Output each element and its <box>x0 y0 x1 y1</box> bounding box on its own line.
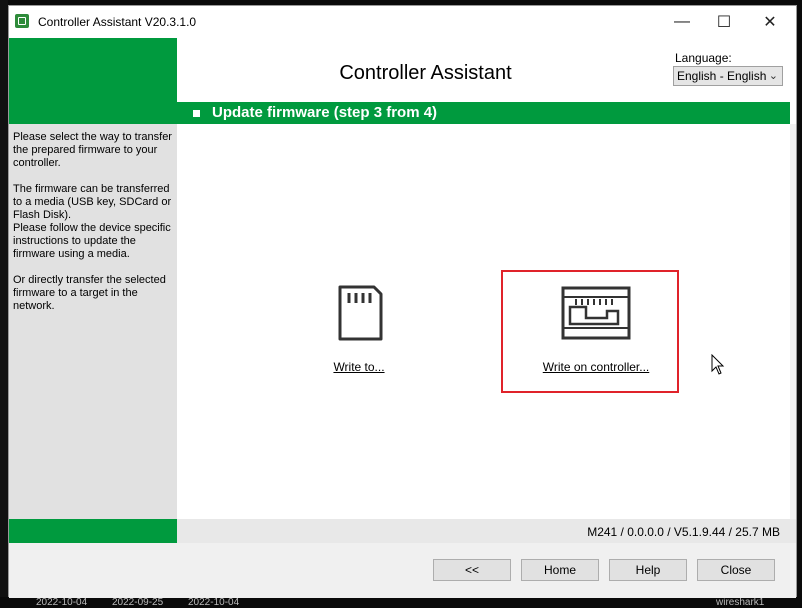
write-on-controller-label: Write on controller... <box>542 360 650 374</box>
desktop-right-strip <box>798 0 802 608</box>
window-title: Controller Assistant V20.3.1.0 <box>38 15 197 29</box>
main-content: Write to... Write on controller... <box>177 124 790 519</box>
step-bar: Update firmware (step 3 from 4) <box>9 100 796 124</box>
mouse-cursor-icon <box>711 354 725 375</box>
maximize-button[interactable]: ☐ <box>701 6 747 38</box>
footer: << Home Help Close <box>9 543 796 598</box>
instruction-paragraph: Please follow the device specific instru… <box>13 222 171 260</box>
help-button[interactable]: Help <box>609 559 687 581</box>
app-icon <box>15 14 29 28</box>
step-bullet-icon <box>193 110 200 117</box>
status-brand-block <box>9 519 177 543</box>
status-text: M241 / 0.0.0.0 / V5.1.9.44 / 25.7 MB <box>587 525 780 539</box>
step-bar-brand-block <box>9 100 177 124</box>
write-on-controller-option[interactable]: Write on controller... <box>507 284 685 374</box>
status-bar: M241 / 0.0.0.0 / V5.1.9.44 / 25.7 MB <box>9 519 796 543</box>
back-button[interactable]: << <box>433 559 511 581</box>
desktop-date-2: 2022-09-25 <box>112 597 164 608</box>
language-value: English - English <box>677 69 767 83</box>
header-brand-block <box>9 38 177 100</box>
controller-icon <box>561 286 631 340</box>
instruction-paragraph: Please select the way to transfer the pr… <box>13 131 172 169</box>
home-button[interactable]: Home <box>521 559 599 581</box>
page-title: Controller Assistant <box>339 62 512 84</box>
sdcard-icon <box>338 285 383 341</box>
close-button[interactable]: Close <box>697 559 775 581</box>
instructions-panel: Please select the way to transfer the pr… <box>9 124 177 519</box>
minimize-icon: — <box>674 13 690 30</box>
chevron-down-icon: ⌄ <box>768 70 778 82</box>
step-header: Update firmware (step 3 from 4) <box>177 102 790 124</box>
header: Controller Assistant Language: English -… <box>9 38 796 100</box>
language-select[interactable]: English - English ⌄ <box>673 66 783 86</box>
close-window-button[interactable]: ✕ <box>747 6 793 38</box>
maximize-icon: ☐ <box>716 14 732 31</box>
write-to-media-option[interactable]: Write to... <box>313 284 405 374</box>
minimize-button[interactable]: — <box>659 6 705 38</box>
title-bar[interactable]: Controller Assistant V20.3.1.0 — ☐ ✕ <box>9 6 796 38</box>
taskbar-item-wireshark[interactable]: wireshark1 <box>716 597 764 608</box>
desktop-bottom-strip: 2022-10-04 2022-09-25 2022-10-04 wiresha… <box>0 597 802 608</box>
desktop-date-3: 2022-10-04 <box>188 597 240 608</box>
close-icon: ✕ <box>763 14 777 31</box>
language-label: Language: <box>675 51 732 65</box>
instruction-paragraph: Or directly transfer the selected firmwa… <box>13 274 166 312</box>
instruction-paragraph: The firmware can be transferred to a med… <box>13 183 172 221</box>
desktop-date-1: 2022-10-04 <box>36 597 88 608</box>
step-title: Update firmware (step 3 from 4) <box>212 104 438 121</box>
write-to-media-label: Write to... <box>333 360 385 374</box>
instructions-text: Please select the way to transfer the pr… <box>13 131 173 326</box>
app-window: Controller Assistant V20.3.1.0 — ☐ ✕ Con… <box>8 5 797 598</box>
desktop-left-strip <box>0 0 8 608</box>
